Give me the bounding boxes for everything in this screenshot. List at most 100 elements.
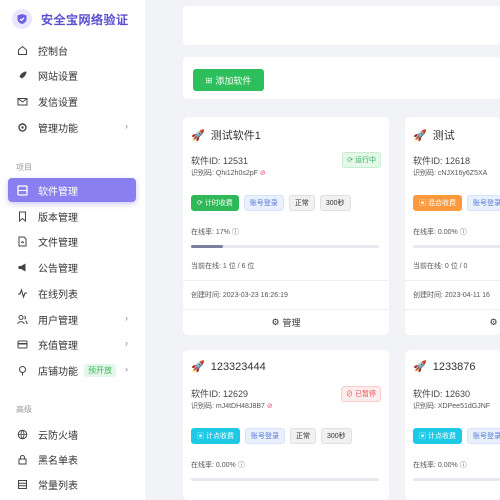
top-bar <box>183 6 500 45</box>
sidebar-item-label: 管理功能 <box>38 123 78 135</box>
sidebar-item-constant-list[interactable]: 常量列表 <box>8 472 136 496</box>
status-label: 已暂停 <box>355 391 376 398</box>
copy-link-icon[interactable]: ⊘ <box>260 170 266 177</box>
online-rate-text: 在线率: 0.00% <box>413 229 458 236</box>
state-tag: 正常 <box>289 428 316 444</box>
online-rate: 在线率: 0.00% ⓘ <box>413 460 467 470</box>
section-label-project: 项目 <box>16 163 32 172</box>
rocket-icon: 🚀 <box>191 361 205 373</box>
billing-tag-label: 计时收费 <box>204 200 233 207</box>
online-rate-text: 在线率: 0.00% <box>413 462 458 469</box>
billing-tag: ▣ 混合收费 <box>413 195 462 211</box>
database-icon <box>16 478 28 490</box>
billing-tag: ▣ 计点收费 <box>191 428 240 444</box>
layers-icon <box>16 184 28 196</box>
activity-icon <box>16 287 28 299</box>
status-badge: ⟳ 运行中 <box>342 152 381 168</box>
credit-card-icon <box>16 338 28 350</box>
sidebar-item-mail-settings[interactable]: 发信设置 <box>8 89 136 113</box>
software-id: 软件ID: 12629 <box>191 389 249 399</box>
help-icon: ⓘ <box>237 462 245 469</box>
chevron-right-icon: › <box>125 313 128 323</box>
sidebar-item-label: 公告管理 <box>38 263 78 275</box>
brand[interactable]: 安全宝网络验证 <box>12 9 129 29</box>
online-rate: 在线率: 0.00% ⓘ <box>191 460 245 470</box>
card-title: 🚀 测试软件1 <box>191 127 261 143</box>
users-icon <box>16 313 28 325</box>
copy-link-icon[interactable]: ⊘ <box>267 403 273 410</box>
card-title: 🚀 测试 <box>413 127 455 143</box>
rocket-icon: 🚀 <box>191 129 205 142</box>
manage-button[interactable]: ⚙ <box>485 310 500 334</box>
sidebar-item-shop-functions[interactable]: 店铺功能 预开放 › <box>8 358 136 382</box>
billing-tag-label: 计点收费 <box>427 433 456 440</box>
online-progress <box>413 478 500 481</box>
sidebar-item-label: 网站设置 <box>38 71 78 83</box>
manage-button[interactable]: ⚙ 管理 <box>183 310 389 334</box>
rocket-icon: 🚀 <box>413 129 427 142</box>
sidebar-item-user-manage[interactable]: 用户管理 › <box>8 307 136 331</box>
mail-icon <box>16 95 28 107</box>
software-name: 测试 <box>432 130 455 142</box>
sidebar-item-label: 软件管理 <box>38 186 78 198</box>
status-badge: ⊘ 已暂停 <box>341 386 381 402</box>
file-icon <box>16 235 28 247</box>
online-rate: 在线率: 0.00% ⓘ <box>413 227 467 237</box>
sidebar-item-blacklist[interactable]: 黑名单表 <box>8 447 136 471</box>
software-id: 软件ID: 12531 <box>191 156 249 166</box>
online-progress-fill <box>191 245 223 248</box>
billing-tag-label: 混合收费 <box>427 200 456 207</box>
online-progress <box>191 478 379 481</box>
section-label-advanced: 高级 <box>16 405 32 414</box>
login-tag: 账号登录 <box>466 195 500 211</box>
sidebar-item-version-manage[interactable]: 版本管理 <box>8 204 136 228</box>
gear-icon: ⚙ <box>271 316 280 327</box>
settings-icon <box>16 121 28 133</box>
sidebar-item-software-manage[interactable]: 软件管理 <box>8 178 136 202</box>
sidebar-item-label: 充值管理 <box>38 340 78 352</box>
software-name: 123323444 <box>210 360 266 373</box>
software-card: 🚀 测试 软件ID: 12618 识别码: cNJX16y6Z5XA ▣ 混合收… <box>405 117 500 335</box>
online-rate-text: 在线率: 0.00% <box>191 462 236 469</box>
sidebar-item-console[interactable]: 控制台 <box>8 38 136 62</box>
tag-list: ▣ 混合收费 账号登录 <box>413 195 500 211</box>
identification-code: 识别码: mJ4tDH48J8B7 ⊘ <box>191 401 273 411</box>
current-online: 当前在线: 0 位 / 0 <box>413 263 468 270</box>
status-icon: ⟳ <box>347 157 355 164</box>
sidebar-item-recharge-manage[interactable]: 充值管理 › <box>8 332 136 356</box>
lock-icon <box>16 453 28 465</box>
software-name: 1233876 <box>432 360 476 373</box>
tag-list: ⟳ 计时收费 账号登录 正常 300秒 <box>191 195 356 211</box>
megaphone-icon <box>16 261 28 273</box>
online-progress <box>413 245 500 248</box>
add-software-button[interactable]: ⊞ 添加软件 <box>193 69 264 91</box>
sidebar-item-label: 版本管理 <box>38 212 78 224</box>
identification-code: 识别码: Qhi12h0s2pF ⊘ <box>191 168 266 178</box>
software-card: 🚀 1233876 软件ID: 12630 识别码: XDPee51dGJNF … <box>405 350 500 500</box>
software-card: 🚀 测试软件1 软件ID: 12531 ⟳ 运行中 识别码: Qhi12h0s2… <box>183 117 389 335</box>
online-rate: 在线率: 17% ⓘ <box>191 227 239 237</box>
login-tag: 账号登录 <box>243 195 284 211</box>
rocket-icon: 🚀 <box>413 361 427 373</box>
divider <box>405 280 500 281</box>
state-tag: 正常 <box>288 195 315 211</box>
status-label: 运行中 <box>355 157 376 164</box>
identification-code-text: 识别码: mJ4tDH48J8B7 <box>191 403 265 410</box>
sidebar-item-label: 黑名单表 <box>38 455 78 467</box>
card-title: 🚀 123323444 <box>191 360 266 374</box>
sidebar-item-manage-functions[interactable]: 管理功能 › <box>8 115 136 139</box>
brand-title: 安全宝网络验证 <box>41 12 129 27</box>
sidebar-item-site-settings[interactable]: 网站设置 <box>8 63 136 87</box>
sidebar-item-cloud-firewall[interactable]: 云防火墙 <box>8 422 136 446</box>
software-card: 🚀 123323444 软件ID: 12629 ⊘ 已暂停 识别码: mJ4tD… <box>183 350 389 500</box>
heartbeat-tag: 300秒 <box>320 428 352 444</box>
sidebar-item-notice-manage[interactable]: 公告管理 <box>8 255 136 279</box>
sidebar-item-online-list[interactable]: 在线列表 <box>8 281 136 305</box>
sidebar: 安全宝网络验证 控制台 网站设置 发信设置 管理功能 › 项目 软件管理 版本管… <box>0 0 145 500</box>
login-tag: 账号登录 <box>466 428 500 444</box>
sidebar-item-label: 发信设置 <box>38 97 78 109</box>
map-pin-icon <box>16 364 28 376</box>
sidebar-item-file-manage[interactable]: 文件管理 <box>8 229 136 253</box>
sidebar-item-label: 用户管理 <box>38 315 78 327</box>
sidebar-item-label: 控制台 <box>38 46 68 58</box>
